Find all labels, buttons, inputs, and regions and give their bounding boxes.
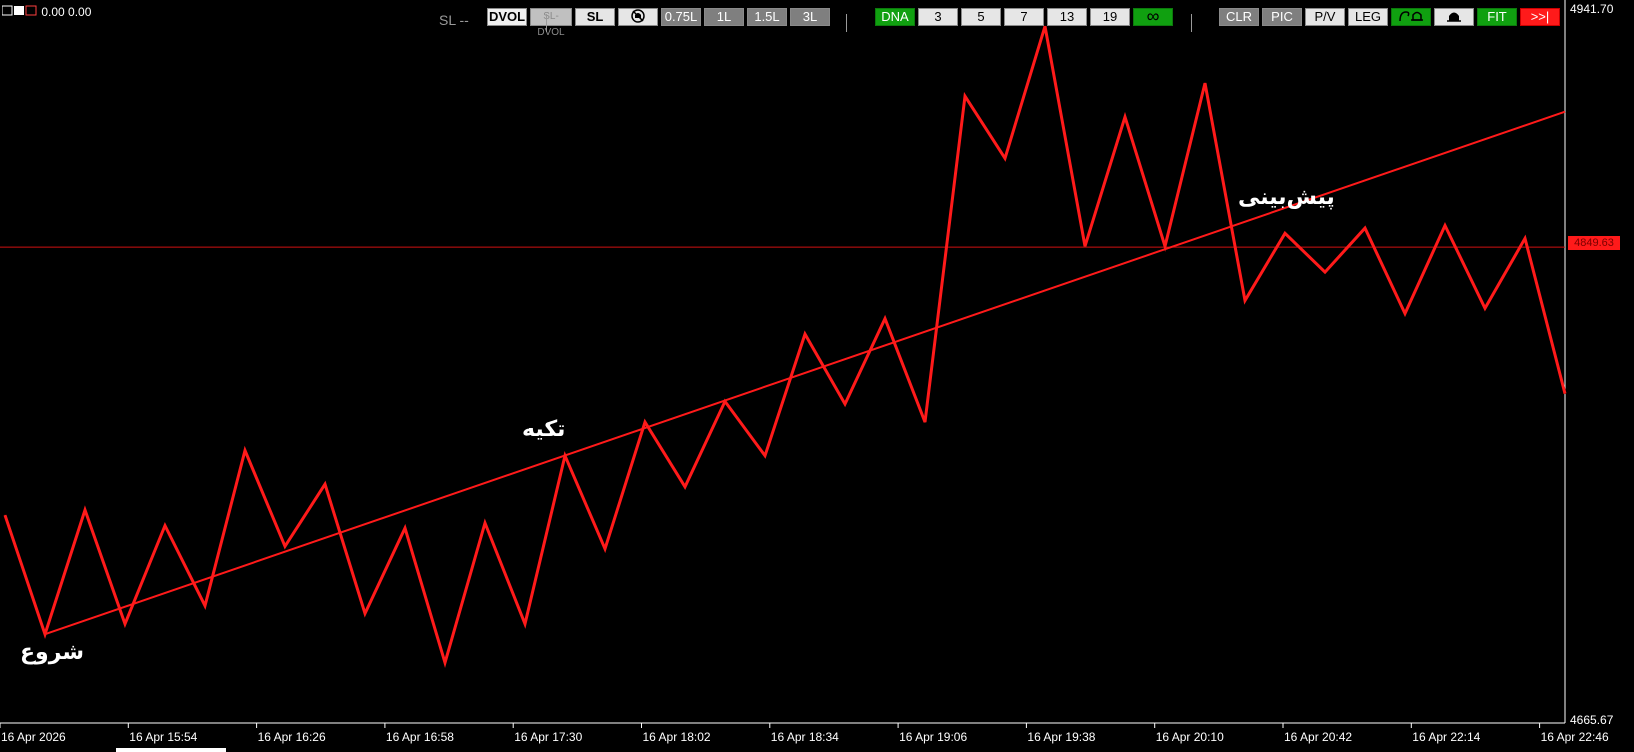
- time-tick-label: 16 Apr 20:42: [1284, 730, 1353, 744]
- data-point: [764, 455, 766, 457]
- annotation-start: شروع: [20, 640, 85, 665]
- time-tick-label: 16 Apr 16:26: [257, 730, 326, 744]
- time-tick-label: 16 Apr 19:38: [1027, 730, 1096, 744]
- data-point: [684, 486, 686, 488]
- trendline: [44, 110, 1566, 636]
- data-point: [1124, 116, 1126, 118]
- lot-1-button[interactable]: 1L: [704, 8, 744, 26]
- scroll-end-button[interactable]: >>|: [1520, 8, 1560, 26]
- price-axis-top: 4941.70: [1570, 2, 1614, 16]
- chart-scrollbar[interactable]: [116, 748, 226, 752]
- data-point: [44, 633, 46, 635]
- data-point: [404, 527, 406, 529]
- time-tick-label: 16 Apr 20:10: [1155, 730, 1224, 744]
- data-point: [1404, 312, 1406, 314]
- bell-icon: [1447, 12, 1461, 22]
- data-point: [564, 455, 566, 457]
- clear-button[interactable]: CLR: [1219, 8, 1259, 26]
- time-tick-label: 16 Apr 16:58: [385, 730, 454, 744]
- data-point: [1084, 245, 1086, 247]
- data-point: [524, 623, 526, 625]
- annotation-forecast: پیش‌بینی: [1238, 185, 1335, 210]
- data-point: [444, 662, 446, 664]
- time-tick-label: 16 Apr 18:02: [642, 730, 711, 744]
- data-point: [724, 400, 726, 402]
- data-point: [324, 483, 326, 485]
- data-point: [1244, 300, 1246, 302]
- period-13-button[interactable]: 13: [1047, 8, 1087, 26]
- current-price-tag: 4849.63: [1568, 236, 1620, 250]
- data-point: [124, 623, 126, 625]
- lot-3-button[interactable]: 3L: [790, 8, 830, 26]
- data-point: [1524, 237, 1526, 239]
- period-5-button[interactable]: 5: [961, 8, 1001, 26]
- alarm-off-button[interactable]: [618, 8, 658, 26]
- alerts-button[interactable]: [1391, 8, 1431, 26]
- chart-canvas: [0, 0, 1567, 728]
- sl-button[interactable]: SL: [575, 8, 615, 26]
- data-point: [1004, 157, 1006, 159]
- time-tick-label: 16 Apr 22:46: [1540, 730, 1609, 744]
- data-point: [1204, 82, 1206, 84]
- lot-15-button[interactable]: 1.5L: [747, 8, 787, 26]
- legend-button[interactable]: LEG: [1348, 8, 1388, 26]
- data-point: [1484, 307, 1486, 309]
- data-point: [964, 95, 966, 97]
- data-point: [644, 421, 646, 423]
- chart-icons[interactable]: [1, 5, 38, 20]
- time-tick-label: 16 Apr 15:54: [129, 730, 198, 744]
- infinity-button[interactable]: ∞: [1133, 7, 1173, 26]
- sound-button[interactable]: [1434, 8, 1474, 26]
- sl-dvol-button[interactable]: SL-DVOL: [530, 8, 572, 38]
- picture-button[interactable]: PIC: [1262, 8, 1302, 26]
- period-7-button[interactable]: 7: [1004, 8, 1044, 26]
- time-tick-label: 16 Apr 18:34: [770, 730, 839, 744]
- data-point: [164, 525, 166, 527]
- time-tick-label: 16 Apr 22:14: [1412, 730, 1481, 744]
- time-tick-label: 16 Apr 17:30: [514, 730, 583, 744]
- plot-area: [0, 0, 1567, 728]
- annotation-support: تکیه: [522, 417, 566, 442]
- fit-button[interactable]: FIT: [1477, 8, 1517, 26]
- indicator-readout: 0.00 0.00: [1, 5, 92, 20]
- data-point: [484, 522, 486, 524]
- dvol-button[interactable]: DVOL: [487, 8, 527, 26]
- data-point: [364, 613, 366, 615]
- data-point: [284, 545, 286, 547]
- lot-075-button[interactable]: 0.75L: [661, 8, 701, 26]
- data-point: [924, 421, 926, 423]
- time-tick-label: 16 Apr 19:06: [899, 730, 968, 744]
- toolbar-divider: [846, 14, 847, 32]
- data-point: [1564, 393, 1566, 395]
- data-point: [1324, 271, 1326, 273]
- data-point: [604, 548, 606, 550]
- data-point: [884, 318, 886, 320]
- data-point: [844, 403, 846, 405]
- dna-button[interactable]: DNA: [875, 8, 915, 26]
- bell-off-icon: [631, 9, 645, 23]
- period-3-button[interactable]: 3: [918, 8, 958, 26]
- data-point: [804, 333, 806, 335]
- toolbar-divider: [1191, 14, 1192, 32]
- data-point: [4, 514, 6, 516]
- data-point: [244, 450, 246, 452]
- data-point: [204, 605, 206, 607]
- data-point: [1164, 245, 1166, 247]
- time-tick-label: 16 Apr 2026: [1, 730, 66, 744]
- pv-button[interactable]: P/V: [1305, 8, 1345, 26]
- price-axis-bottom: 4665.67: [1570, 713, 1614, 727]
- data-point: [1044, 25, 1046, 27]
- data-point: [1364, 227, 1366, 229]
- toolbar-divider: [546, 14, 547, 32]
- data-point: [84, 509, 86, 511]
- data-point: [1444, 225, 1446, 227]
- sl-status: SL --: [439, 12, 469, 28]
- indicator-values: 0.00 0.00: [41, 5, 92, 19]
- period-19-button[interactable]: 19: [1090, 8, 1130, 26]
- data-point: [1284, 232, 1286, 234]
- bell-icon: [1399, 11, 1423, 22]
